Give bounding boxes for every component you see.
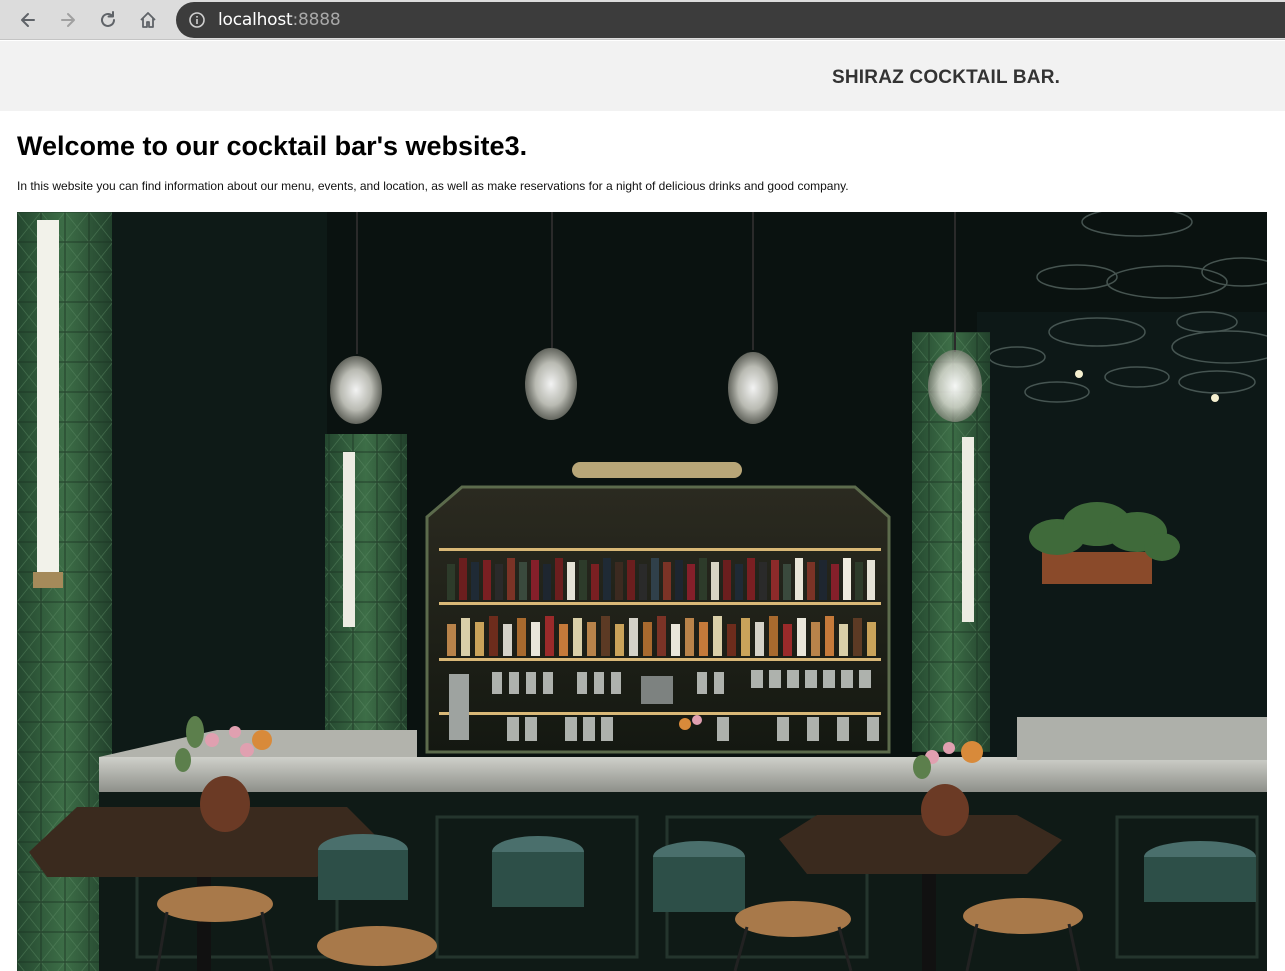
reload-icon[interactable] [94, 6, 122, 34]
hero-image [17, 212, 1267, 971]
url-port: :8888 [292, 10, 341, 30]
home-icon[interactable] [134, 6, 162, 34]
site-brand[interactable]: SHIRAZ COCKTAIL BAR. [832, 67, 1060, 89]
url-host: localhost [218, 10, 293, 30]
page-title: Welcome to our cocktail bar's website3. [17, 131, 528, 161]
site-header: SHIRAZ COCKTAIL BAR. [0, 41, 1285, 111]
address-bar[interactable]: localhost:8888 [176, 2, 1285, 38]
info-icon[interactable] [188, 11, 206, 29]
cocktail-bar-illustration [17, 212, 1267, 971]
back-arrow-icon[interactable] [14, 6, 42, 34]
url-text[interactable]: localhost:8888 [218, 10, 341, 30]
browser-toolbar: localhost:8888 [0, 0, 1285, 40]
intro-paragraph: In this website you can find information… [17, 179, 849, 193]
forward-arrow-icon[interactable] [54, 6, 82, 34]
